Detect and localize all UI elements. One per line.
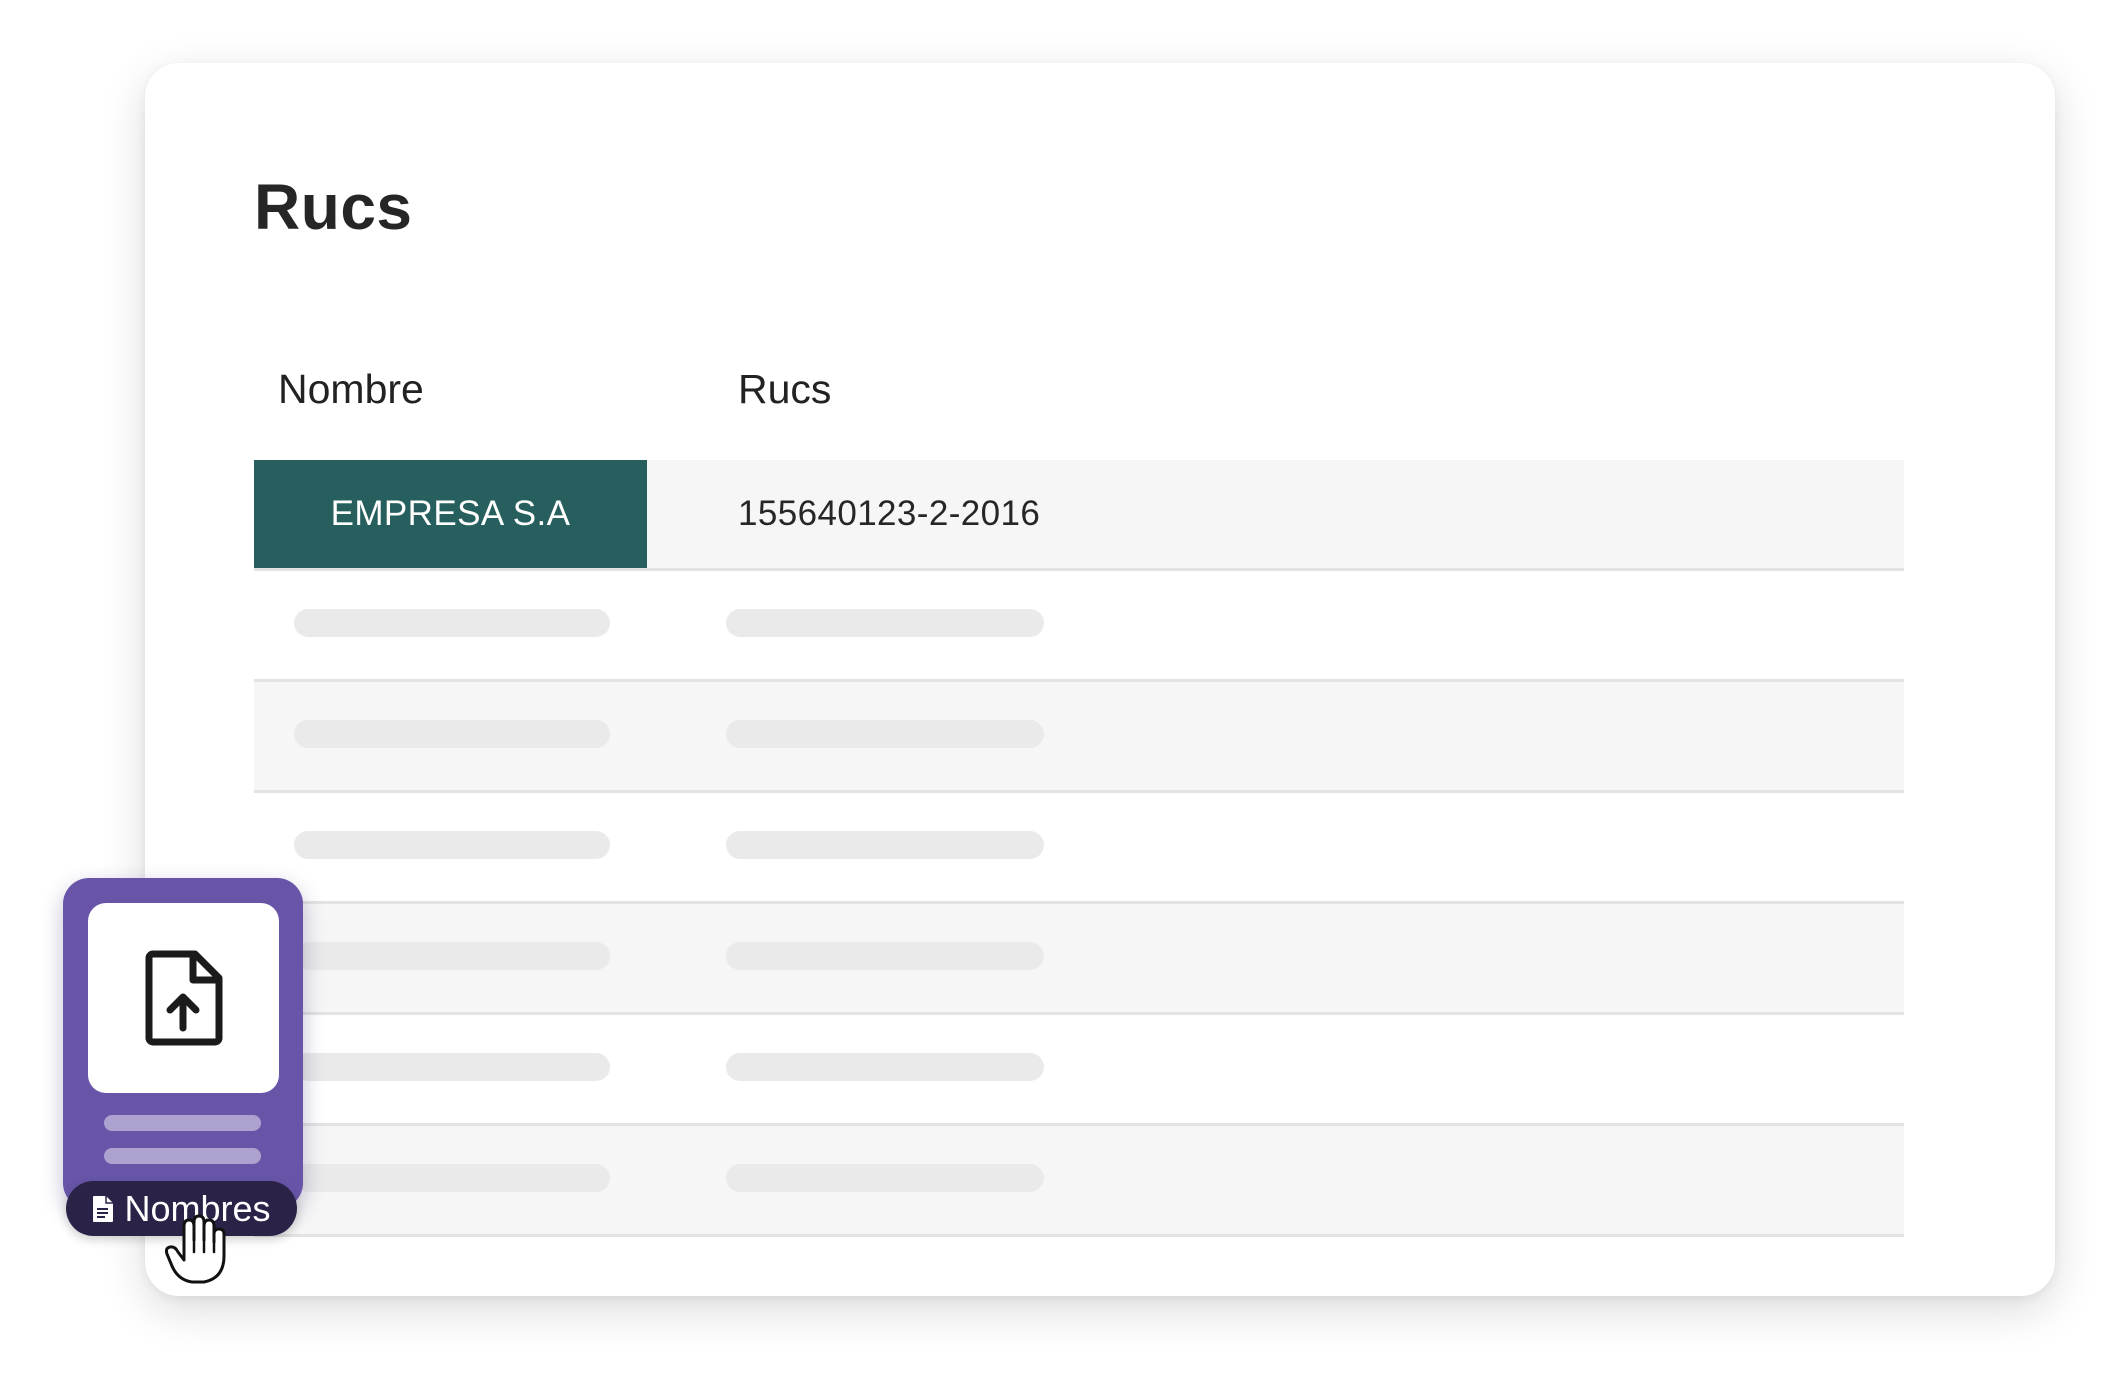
file-upload-widget[interactable] [63, 878, 303, 1209]
page-title: Rucs [254, 171, 413, 243]
placeholder-ruc [726, 609, 1044, 637]
placeholder-nombre [294, 1053, 610, 1081]
placeholder-row [254, 904, 1904, 1015]
table-row[interactable]: EMPRESA S.A 155640123-2-2016 [254, 460, 1904, 571]
placeholder-row [254, 571, 1904, 682]
rucs-table: Nombre Rucs EMPRESA S.A 155640123-2-2016 [254, 313, 1904, 1237]
upload-progress-line [104, 1148, 261, 1164]
hand-pointer-icon [164, 1214, 226, 1284]
table-header: Nombre Rucs [254, 313, 1904, 460]
placeholder-nombre [294, 1164, 610, 1192]
placeholder-row [254, 1126, 1904, 1237]
upload-progress-line [104, 1115, 261, 1131]
selected-nombre-cell[interactable]: EMPRESA S.A [254, 460, 647, 568]
rucs-card: Rucs Nombre Rucs EMPRESA S.A 155640123-2… [145, 63, 2055, 1296]
column-header-rucs: Rucs [738, 366, 832, 412]
column-header-nombre: Nombre [278, 366, 424, 412]
ruc-cell: 155640123-2-2016 [738, 494, 1041, 533]
placeholder-ruc [726, 1053, 1044, 1081]
file-upload-preview[interactable] [88, 903, 279, 1093]
document-icon [92, 1195, 114, 1223]
placeholder-nombre [294, 942, 610, 970]
placeholder-row [254, 682, 1904, 793]
placeholder-ruc [726, 942, 1044, 970]
placeholder-ruc [726, 720, 1044, 748]
placeholder-nombre [294, 831, 610, 859]
placeholder-nombre [294, 609, 610, 637]
placeholder-ruc [726, 1164, 1044, 1192]
placeholder-nombre [294, 720, 610, 748]
file-upload-icon [145, 950, 222, 1046]
placeholder-row [254, 1015, 1904, 1126]
placeholder-ruc [726, 831, 1044, 859]
placeholder-row [254, 793, 1904, 904]
